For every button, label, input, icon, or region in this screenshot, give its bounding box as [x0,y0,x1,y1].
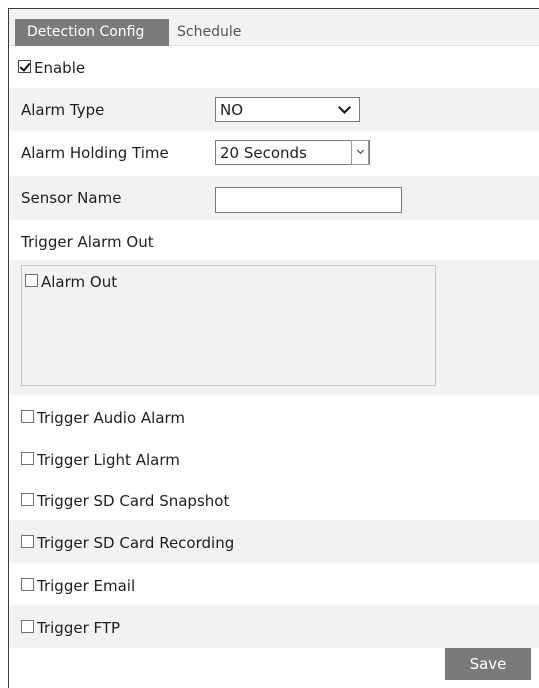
alarm-out-list: Alarm Out [21,265,436,386]
enable-checkbox[interactable] [18,60,31,73]
alarm-type-label: Alarm Type [21,101,105,119]
tab-detection-config[interactable]: Detection Config [15,19,169,46]
sensor-name-label: Sensor Name [21,189,122,207]
trigger-email-row: Trigger Email [9,563,539,605]
trigger-light-alarm-option[interactable]: Trigger Light Alarm [21,450,180,470]
trigger-sd-snapshot-option[interactable]: Trigger SD Card Snapshot [21,491,229,511]
holding-time-value: 20 Seconds [220,144,307,162]
trigger-sd-snapshot-label: Trigger SD Card Snapshot [37,492,230,510]
sensor-name-row: Sensor Name [9,176,539,220]
trigger-audio-alarm-row: Trigger Audio Alarm [9,395,539,437]
trigger-light-alarm-label: Trigger Light Alarm [37,451,180,469]
trigger-sd-recording-option[interactable]: Trigger SD Card Recording [21,533,234,553]
trigger-email-option[interactable]: Trigger Email [21,576,135,596]
alarm-out-option[interactable]: Alarm Out [25,272,117,292]
chevron-down-icon [338,101,351,114]
trigger-sd-snapshot-row: Trigger SD Card Snapshot [9,478,539,520]
alarm-type-value: NO [220,101,244,119]
enable-option[interactable]: Enable [18,58,85,78]
detection-config-panel: Detection Config Schedule Enable Alarm T… [8,8,539,688]
trigger-alarm-out-label: Trigger Alarm Out [21,233,154,251]
dropdown-arrow-icon[interactable] [351,140,369,165]
enable-row: Enable [9,46,539,88]
sensor-name-input[interactable] [215,187,402,213]
save-button[interactable]: Save [445,648,531,680]
enable-label: Enable [34,59,86,77]
trigger-ftp-row: Trigger FTP [9,605,539,648]
trigger-ftp-option[interactable]: Trigger FTP [21,618,120,638]
trigger-alarm-out-row: Trigger Alarm Out [9,220,539,260]
holding-time-select[interactable]: 20 Seconds [215,140,370,165]
trigger-email-checkbox[interactable] [21,578,34,591]
trigger-email-label: Trigger Email [37,577,136,595]
trigger-sd-recording-row: Trigger SD Card Recording [9,520,539,563]
trigger-sd-snapshot-checkbox[interactable] [21,493,34,506]
holding-time-label: Alarm Holding Time [21,144,169,162]
trigger-sd-recording-label: Trigger SD Card Recording [37,534,235,552]
trigger-ftp-label: Trigger FTP [37,619,121,637]
tab-schedule[interactable]: Schedule [169,19,253,46]
trigger-audio-alarm-checkbox[interactable] [21,410,34,423]
holding-time-row: Alarm Holding Time 20 Seconds [9,131,539,176]
trigger-light-alarm-row: Trigger Light Alarm [9,437,539,478]
trigger-audio-alarm-option[interactable]: Trigger Audio Alarm [21,408,185,428]
trigger-audio-alarm-label: Trigger Audio Alarm [37,409,186,427]
alarm-type-row: Alarm Type NO [9,88,539,131]
alarm-out-label: Alarm Out [41,273,118,291]
alarm-type-select[interactable]: NO [215,97,360,122]
trigger-sd-recording-checkbox[interactable] [21,535,34,548]
tab-bar: Detection Config Schedule [9,9,539,46]
trigger-light-alarm-checkbox[interactable] [21,452,34,465]
alarm-out-checkbox[interactable] [25,274,38,287]
trigger-ftp-checkbox[interactable] [21,620,34,633]
